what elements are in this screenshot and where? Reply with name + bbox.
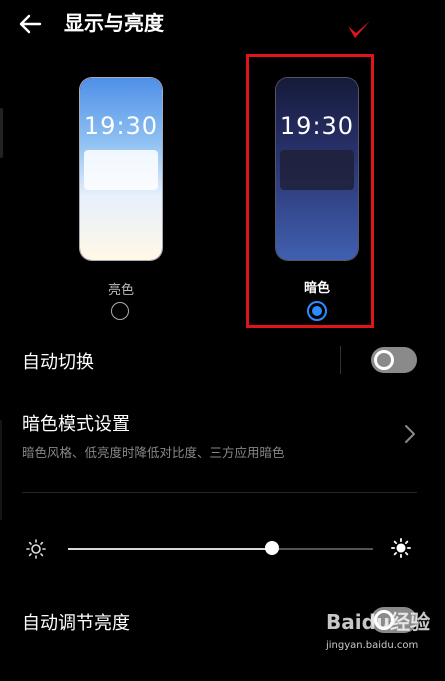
preview-card	[84, 150, 158, 190]
page-title: 显示与亮度	[64, 11, 164, 35]
dark-mode-settings-subtitle: 暗色风格、低亮度时降低对比度、三方应用暗色	[22, 445, 285, 460]
divider	[340, 346, 341, 374]
sun-small-icon	[26, 539, 46, 559]
brightness-slider-fill	[68, 548, 272, 550]
sun-large-icon	[391, 538, 411, 558]
auto-switch-toggle[interactable]	[371, 347, 417, 373]
preview-time: 19:30	[83, 112, 159, 140]
dark-mode-settings-label: 暗色模式设置	[22, 414, 130, 435]
auto-switch-label: 自动切换	[22, 352, 94, 373]
edge-scroll-indicator	[0, 108, 3, 158]
auto-brightness-label: 自动调节亮度	[22, 613, 130, 634]
checkmark-annotation-icon	[348, 21, 370, 38]
light-theme-label: 亮色	[107, 283, 134, 298]
watermark-brand: Baidu经验	[326, 610, 431, 634]
watermark-url: jingyan.baidu.com	[326, 640, 419, 651]
baidu-watermark: Baidu经验 jingyan.baidu.com	[326, 606, 441, 664]
light-theme-preview[interactable]: 19:30	[80, 78, 162, 260]
edge-shadow	[0, 420, 2, 520]
brightness-slider-thumb[interactable]	[265, 541, 279, 555]
light-theme-radio[interactable]	[111, 302, 129, 320]
section-divider	[22, 492, 417, 493]
chevron-right-icon	[405, 425, 415, 443]
highlight-box	[246, 54, 374, 328]
back-arrow-icon[interactable]	[16, 10, 44, 38]
